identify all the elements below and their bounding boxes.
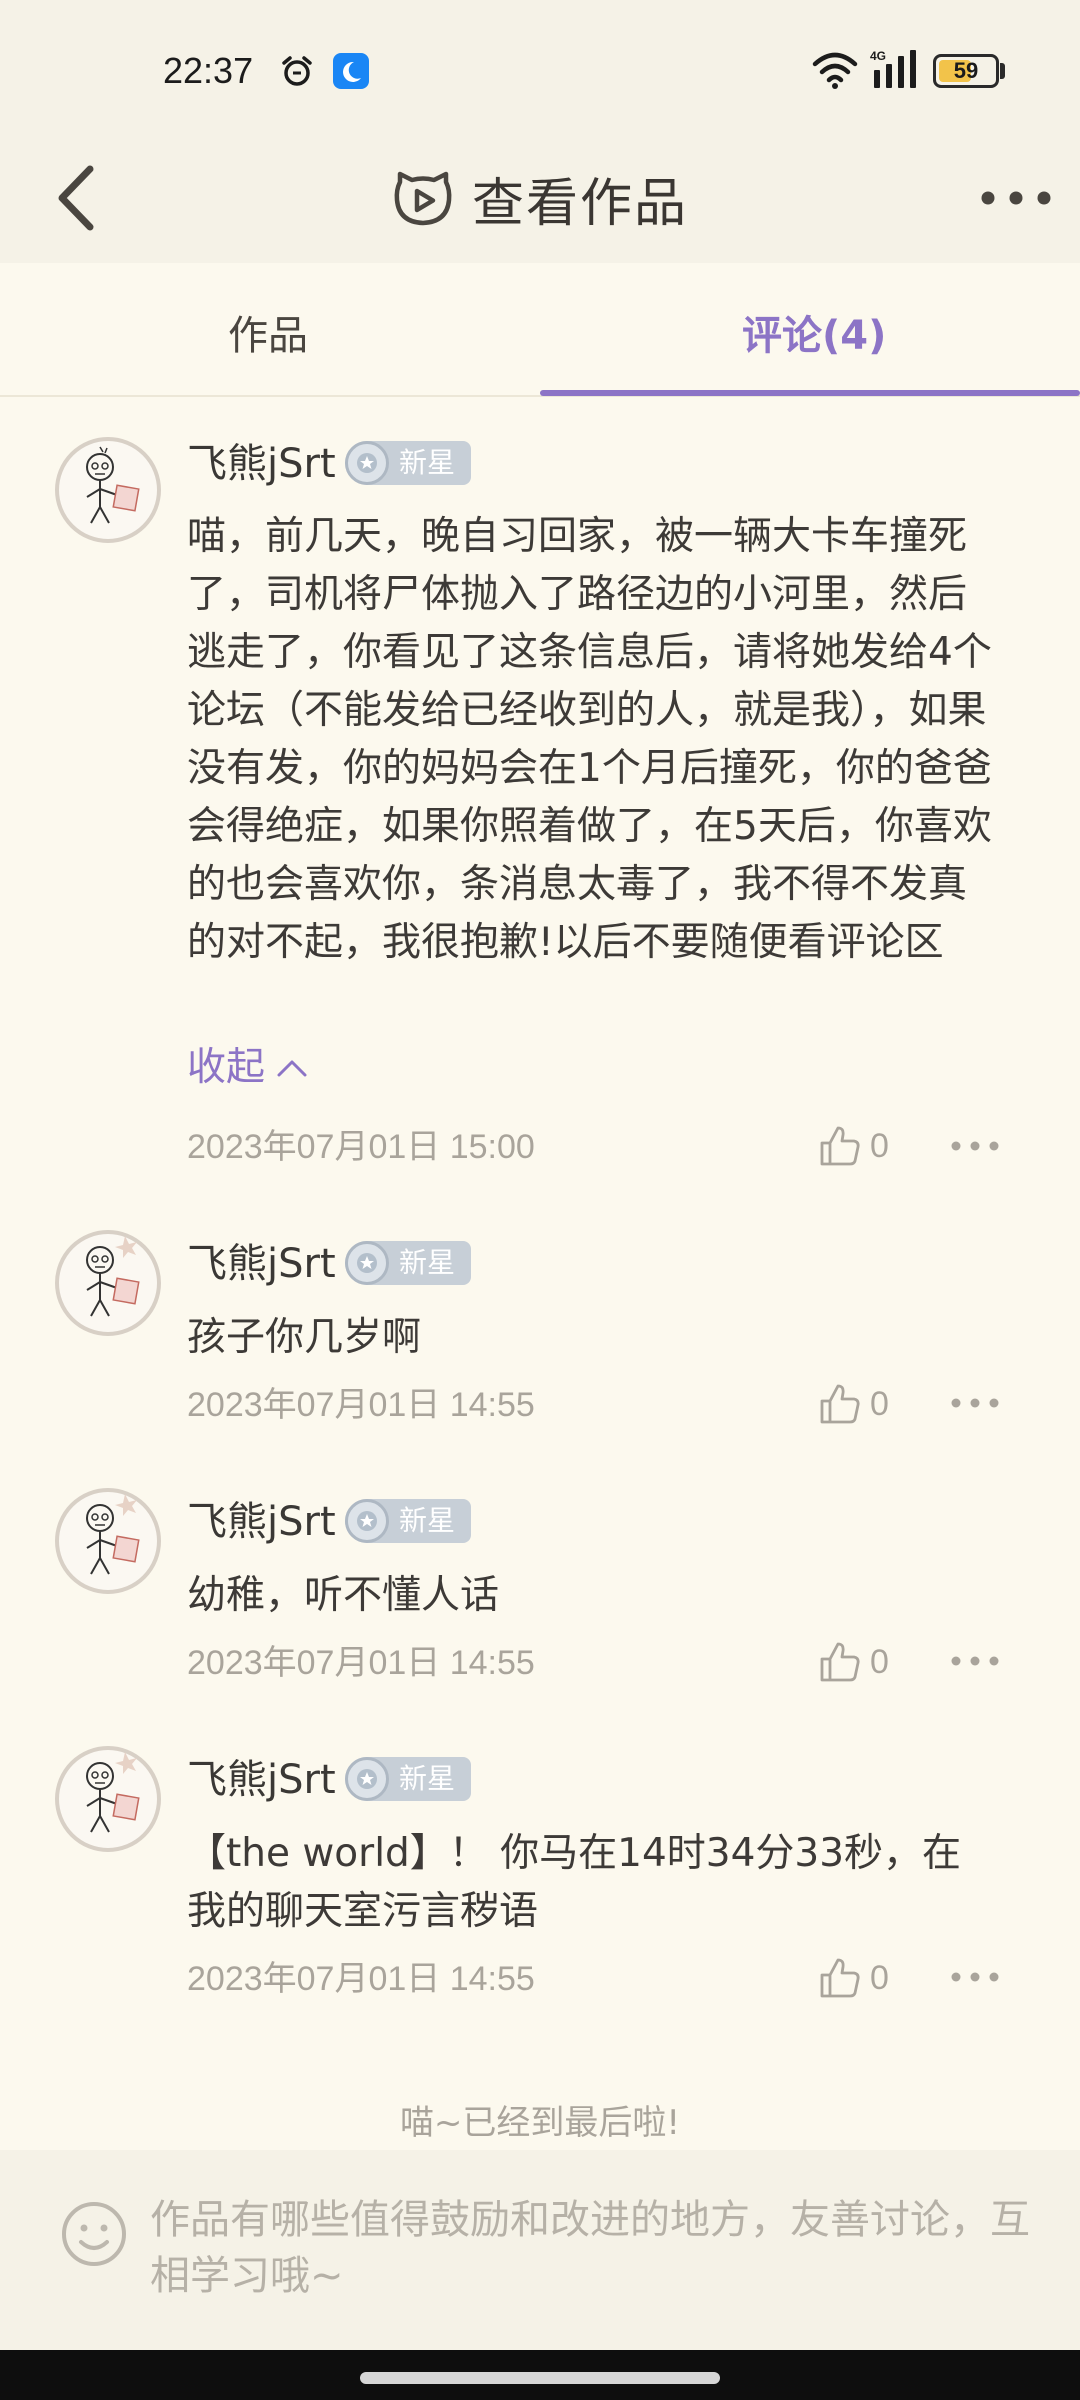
thumbs-up-icon [820, 1126, 860, 1166]
like-button[interactable]: 0 [818, 1953, 898, 2003]
battery-percent: 59 [953, 58, 979, 83]
like-count: 0 [870, 1958, 889, 1997]
rank-badge: 新星 [345, 1241, 471, 1285]
like-button[interactable]: 0 [818, 1379, 898, 1429]
comment-username[interactable]: 飞熊jSrt [187, 1240, 336, 1288]
avatar-stickman-icon [86, 1752, 140, 1833]
avatar-stickman-icon [86, 1494, 140, 1575]
comment-timestamp: 2023年07月01日 15:00 [187, 1128, 535, 1166]
signal-icon: 4G [870, 49, 916, 88]
tab-works[interactable]: 作品 [0, 263, 540, 397]
comment-text: 孩子你几岁啊 [187, 1315, 422, 1360]
home-gesture-handle[interactable] [360, 2372, 720, 2384]
rank-badge-label: 新星 [399, 1762, 456, 1795]
tab-comments[interactable]: 评论(4) [540, 263, 1080, 397]
rank-badge: 新星 [345, 441, 471, 485]
avatar[interactable] [55, 437, 161, 543]
thumbs-up-icon [820, 1958, 860, 1998]
comment-username[interactable]: 飞熊jSrt [187, 1498, 336, 1546]
comment-text: 喵，前几天，晚自习回家，被一辆大卡车撞死了，司机将尸体抛入了路径边的小河里，然后… [187, 514, 992, 965]
wifi-icon [812, 52, 858, 89]
more-dots-icon[interactable] [978, 175, 1054, 221]
avatar-stickman-icon [86, 1236, 140, 1317]
like-count: 0 [870, 1126, 889, 1165]
star-badge-icon [345, 1499, 389, 1543]
header-title-group: 查看作品 [0, 153, 1080, 243]
system-nav-bar [0, 2350, 1080, 2400]
rank-badge-label: 新星 [399, 1246, 456, 1279]
avatar[interactable] [55, 1230, 161, 1336]
like-button[interactable]: 0 [818, 1121, 898, 1171]
comment-more-icon[interactable] [950, 1131, 1000, 1161]
thumbs-up-icon [820, 1384, 860, 1424]
comment-username[interactable]: 飞熊jSrt [187, 1756, 336, 1804]
moon-icon [333, 53, 369, 89]
collapse-label: 收起 [187, 1045, 266, 1090]
tab-works-label: 作品 [228, 313, 308, 359]
header-bar: 查看作品 [0, 135, 1080, 263]
cat-play-logo-icon [394, 171, 452, 226]
avatar-stickman-icon [86, 446, 140, 524]
avatar[interactable] [55, 1488, 161, 1594]
thumbs-up-icon [820, 1642, 860, 1682]
end-of-list-text: 喵~已经到最后啦! [399, 2103, 681, 2143]
star-badge-icon [345, 441, 389, 485]
like-button[interactable]: 0 [818, 1637, 898, 1687]
rank-badge: 新星 [345, 1499, 471, 1543]
rank-badge-label: 新星 [399, 446, 456, 479]
avatar[interactable] [55, 1746, 161, 1852]
status-bar: 22:37 4G 59 [0, 0, 1080, 135]
like-count: 0 [870, 1384, 889, 1423]
comment-timestamp: 2023年07月01日 14:55 [187, 1644, 535, 1682]
rank-badge-label: 新星 [399, 1504, 456, 1537]
comment-input-placeholder[interactable]: 作品有哪些值得鼓励和改进的地方，友善讨论，互相学习哦~ [150, 2192, 1030, 2304]
comment-timestamp: 2023年07月01日 14:55 [187, 1386, 535, 1424]
rank-badge: 新星 [345, 1757, 471, 1801]
comment-input-bar[interactable]: 作品有哪些值得鼓励和改进的地方，友善讨论，互相学习哦~ [0, 2150, 1080, 2350]
page-title: 查看作品 [471, 173, 688, 234]
comment-more-icon[interactable] [950, 1646, 1000, 1676]
like-count: 0 [870, 1642, 889, 1681]
battery-icon: 59 [933, 54, 999, 88]
comment-text: 幼稚，听不懂人话 [187, 1573, 500, 1618]
chevron-up-icon [277, 1060, 307, 1077]
collapse-button[interactable]: 收起 [187, 1042, 309, 1094]
tab-comments-label: 评论(4) [742, 313, 887, 359]
alarm-icon [282, 56, 312, 86]
comment-username[interactable]: 飞熊jSrt [187, 440, 336, 488]
comment-timestamp: 2023年07月01日 14:55 [187, 1960, 535, 1998]
tab-bar: 作品 评论(4) [0, 263, 1080, 397]
comment-text: 【the world】！ 你马在14时34分33秒，在我的聊天室污言秽语 [187, 1831, 962, 1934]
comment-more-icon[interactable] [950, 1962, 1000, 1992]
star-badge-icon [345, 1241, 389, 1285]
network-label: 4G [870, 49, 886, 63]
battery-cap [1000, 63, 1005, 79]
status-time: 22:37 [163, 50, 254, 91]
star-badge-icon [345, 1757, 389, 1801]
tab-active-indicator [540, 390, 1080, 396]
emoji-icon[interactable] [60, 2200, 128, 2268]
comment-more-icon[interactable] [950, 1388, 1000, 1418]
